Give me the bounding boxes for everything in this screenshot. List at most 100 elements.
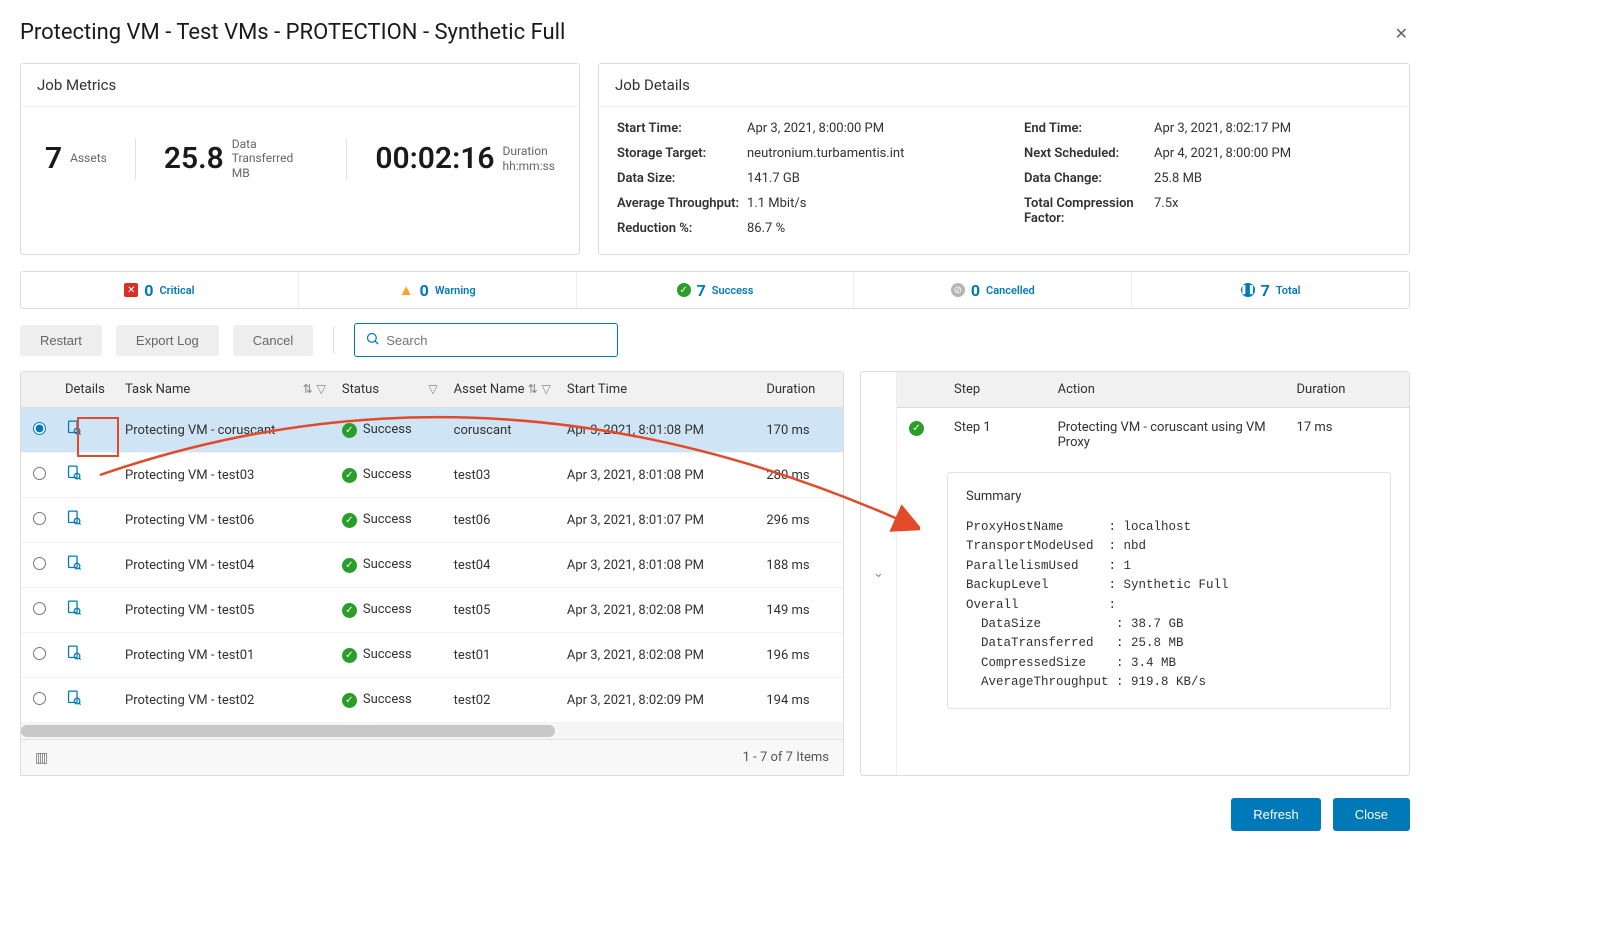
row-radio[interactable] xyxy=(33,602,46,615)
filter-success[interactable]: ✓ 7 Success xyxy=(577,272,855,308)
duration-label: Duration hh:mm:ss xyxy=(503,144,555,173)
step-action: Protecting VM - coruscant using VM Proxy xyxy=(1046,408,1285,463)
step-duration: 17 ms xyxy=(1285,408,1409,463)
col-step-duration[interactable]: Duration xyxy=(1285,372,1409,408)
status-cell: ✓Success xyxy=(334,633,446,678)
sort-icon[interactable]: ⇅ xyxy=(303,382,313,396)
status-cell: ✓Success xyxy=(334,678,446,723)
status-cell: ✓Success xyxy=(334,408,446,453)
details-icon[interactable] xyxy=(65,691,82,711)
status-cell: ✓Success xyxy=(334,498,446,543)
search-box[interactable] xyxy=(354,323,618,357)
table-row[interactable]: Protecting VM - coruscant✓Successcorusca… xyxy=(21,408,843,453)
asset-name: test02 xyxy=(446,678,559,723)
task-name: Protecting VM - test06 xyxy=(117,498,334,543)
summary-title: Summary xyxy=(966,489,1372,504)
success-icon: ✓ xyxy=(342,693,357,708)
critical-label: Critical xyxy=(159,284,194,297)
success-icon: ✓ xyxy=(342,468,357,483)
filter-warning[interactable]: ▲ 0 Warning xyxy=(299,272,577,308)
col-action[interactable]: Action xyxy=(1046,372,1285,408)
export-log-button[interactable]: Export Log xyxy=(116,325,219,356)
col-start[interactable]: Start Time xyxy=(559,372,758,408)
start-time: Apr 3, 2021, 8:02:08 PM xyxy=(559,633,758,678)
task-name: Protecting VM - test03 xyxy=(117,453,334,498)
table-row[interactable]: Protecting VM - test05✓Successtest05Apr … xyxy=(21,588,843,633)
details-icon[interactable] xyxy=(65,421,82,441)
status-cell: ✓Success xyxy=(334,453,446,498)
col-details[interactable]: Details xyxy=(57,372,117,408)
horizontal-scrollbar[interactable] xyxy=(21,723,843,739)
filter-total[interactable]: ❚❚ 7 Total xyxy=(1132,272,1409,308)
sort-icon[interactable]: ⇅ xyxy=(528,382,538,396)
task-name: Protecting VM - test01 xyxy=(117,633,334,678)
end-time-label: End Time: xyxy=(1024,121,1154,136)
reduction-value: 86.7 % xyxy=(747,221,785,236)
filter-icon[interactable]: ▽ xyxy=(317,382,326,396)
table-row[interactable]: Protecting VM - test04✓Successtest04Apr … xyxy=(21,543,843,588)
expand-toggle[interactable]: ⌄ xyxy=(861,372,897,775)
details-icon[interactable] xyxy=(65,646,82,666)
asset-name: test04 xyxy=(446,543,559,588)
filter-icon[interactable]: ▽ xyxy=(428,382,437,396)
data-transferred-label-top: Data Transferred xyxy=(232,137,293,165)
close-icon[interactable]: ✕ xyxy=(1395,24,1408,43)
task-name: Protecting VM - test02 xyxy=(117,678,334,723)
row-radio[interactable] xyxy=(33,467,46,480)
row-radio[interactable] xyxy=(33,557,46,570)
filter-cancelled[interactable]: ⊘ 0 Cancelled xyxy=(854,272,1132,308)
data-size-value: 141.7 GB xyxy=(747,171,800,186)
table-row[interactable]: Protecting VM - test03✓Successtest03Apr … xyxy=(21,453,843,498)
restart-button[interactable]: Restart xyxy=(20,325,102,356)
page-title: Protecting VM - Test VMs - PROTECTION - … xyxy=(20,20,1410,45)
step-name: Step 1 xyxy=(942,408,1046,463)
filter-critical[interactable]: ✕ 0 Critical xyxy=(21,272,299,308)
table-row[interactable]: Protecting VM - test01✓Successtest01Apr … xyxy=(21,633,843,678)
details-icon[interactable] xyxy=(65,601,82,621)
details-icon[interactable] xyxy=(65,556,82,576)
col-step[interactable]: Step xyxy=(942,372,1046,408)
storage-target-value: neutronium.turbamentis.int xyxy=(747,146,904,161)
status-cell: ✓Success xyxy=(334,543,446,588)
status-cell: ✓Success xyxy=(334,588,446,633)
success-icon: ✓ xyxy=(342,648,357,663)
separator xyxy=(333,327,334,353)
row-radio[interactable] xyxy=(33,512,46,525)
compression-value: 7.5x xyxy=(1154,196,1179,226)
success-icon: ✓ xyxy=(677,283,691,297)
row-radio[interactable] xyxy=(33,692,46,705)
success-icon: ✓ xyxy=(342,603,357,618)
data-size-label: Data Size: xyxy=(617,171,747,186)
columns-icon[interactable]: ▥ xyxy=(35,750,48,766)
details-icon[interactable] xyxy=(65,511,82,531)
details-icon[interactable] xyxy=(65,466,82,486)
job-details-card: Job Details Start Time:Apr 3, 2021, 8:00… xyxy=(598,63,1410,255)
table-row[interactable]: Protecting VM - test06✓Successtest06Apr … xyxy=(21,498,843,543)
filter-icon[interactable]: ▽ xyxy=(542,382,551,396)
row-radio[interactable] xyxy=(33,647,46,660)
success-icon: ✓ xyxy=(342,513,357,528)
total-icon: ❚❚ xyxy=(1241,283,1255,297)
refresh-button[interactable]: Refresh xyxy=(1231,798,1321,831)
success-label: Success xyxy=(712,284,754,297)
search-input[interactable] xyxy=(386,333,607,348)
start-time: Apr 3, 2021, 8:01:08 PM xyxy=(559,408,758,453)
warning-count: 0 xyxy=(420,281,429,300)
col-select xyxy=(21,372,57,408)
row-radio[interactable] xyxy=(33,422,46,435)
col-asset[interactable]: Asset Name⇅▽ xyxy=(446,372,559,408)
table-row[interactable]: Protecting VM - test02✓Successtest02Apr … xyxy=(21,678,843,723)
col-task[interactable]: Task Name⇅▽ xyxy=(117,372,334,408)
col-status[interactable]: Status▽ xyxy=(334,372,446,408)
col-duration[interactable]: Duration xyxy=(758,372,843,408)
filter-bar: ✕ 0 Critical ▲ 0 Warning ✓ 7 Success ⊘ 0… xyxy=(20,271,1410,309)
total-count: 7 xyxy=(1261,281,1270,300)
close-button[interactable]: Close xyxy=(1333,798,1410,831)
next-scheduled-value: Apr 4, 2021, 8:00:00 PM xyxy=(1154,146,1291,161)
step-row[interactable]: ✓ Step 1 Protecting VM - coruscant using… xyxy=(897,408,1409,463)
success-icon: ✓ xyxy=(342,558,357,573)
duration: 170 ms xyxy=(758,408,843,453)
cancel-button[interactable]: Cancel xyxy=(233,325,313,356)
summary-content: ProxyHostName : localhost TransportModeU… xyxy=(966,518,1372,692)
duration-label-top: Duration xyxy=(503,144,548,158)
